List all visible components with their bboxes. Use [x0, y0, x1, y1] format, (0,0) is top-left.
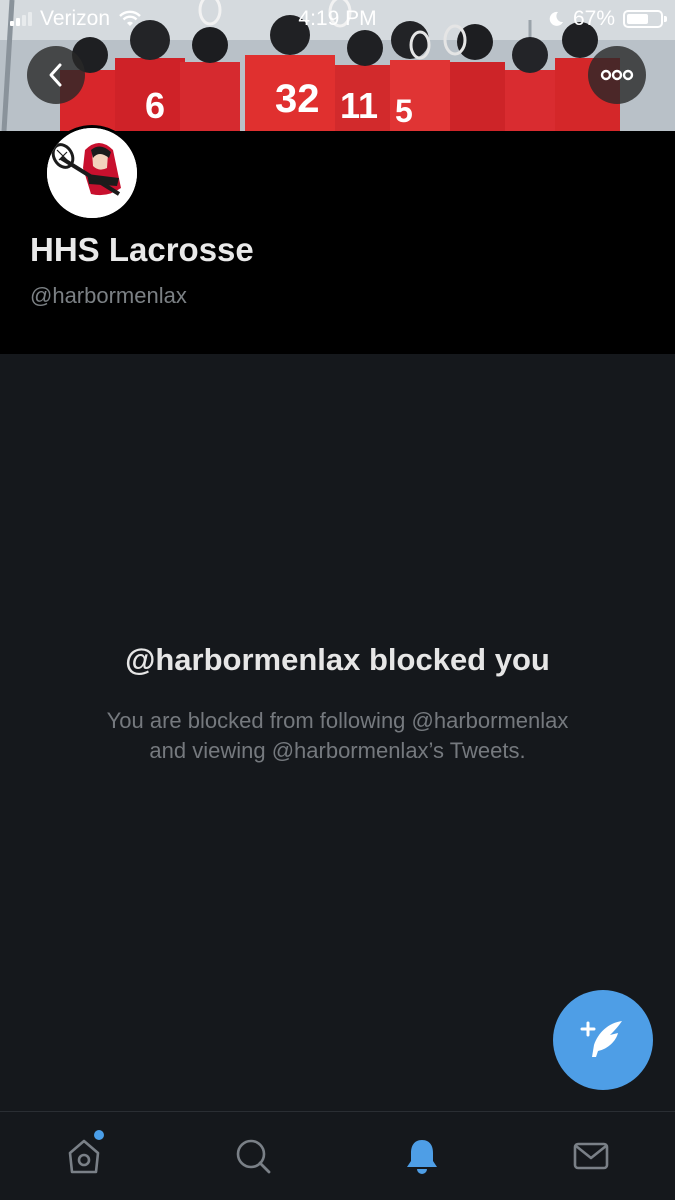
profile-name: HHS Lacrosse [30, 231, 254, 268]
home-icon [68, 1139, 100, 1174]
jersey-number: 11 [340, 85, 378, 126]
jersey-number: 6 [145, 85, 165, 126]
compose-tweet-button[interactable] [553, 990, 653, 1090]
search-icon [236, 1139, 271, 1174]
mail-icon [573, 1142, 609, 1170]
back-button[interactable] [27, 46, 85, 104]
home-unread-dot [94, 1130, 104, 1140]
moon-icon [549, 11, 563, 26]
tab-messages[interactable] [569, 1134, 613, 1178]
tab-search[interactable] [231, 1134, 275, 1178]
blocked-title: @harbormenlax blocked you [125, 642, 550, 677]
blocked-description-line: and viewing @harbormenlax’s Tweets. [149, 738, 526, 763]
compose-feather-icon [580, 1021, 622, 1057]
tab-home[interactable] [62, 1134, 106, 1178]
status-bar: Verizon 4:19 PM 67% [0, 0, 675, 38]
battery-fill [627, 14, 648, 24]
jersey-number: 5 [395, 93, 413, 129]
blocked-description-line: You are blocked from following @harborme… [106, 708, 569, 733]
more-options-button[interactable] [588, 46, 646, 104]
battery-percent: 67% [572, 7, 615, 30]
bell-icon [407, 1140, 437, 1174]
battery-icon [623, 10, 667, 28]
blocked-notice-area: @harbormenlax blocked you You are blocke… [0, 354, 675, 1111]
bottom-tab-bar [0, 1111, 675, 1200]
profile-header: HHS Lacrosse @harbormenlax [0, 125, 675, 354]
jersey-number: 32 [275, 77, 320, 121]
avatar[interactable] [44, 125, 140, 221]
chevron-left-icon [49, 63, 62, 87]
team-logo-icon [47, 128, 137, 218]
profile-handle: @harbormenlax [30, 283, 187, 308]
tab-notifications[interactable] [400, 1134, 444, 1178]
more-icon [600, 69, 634, 81]
blocked-description: You are blocked from following @harborme… [40, 706, 635, 766]
